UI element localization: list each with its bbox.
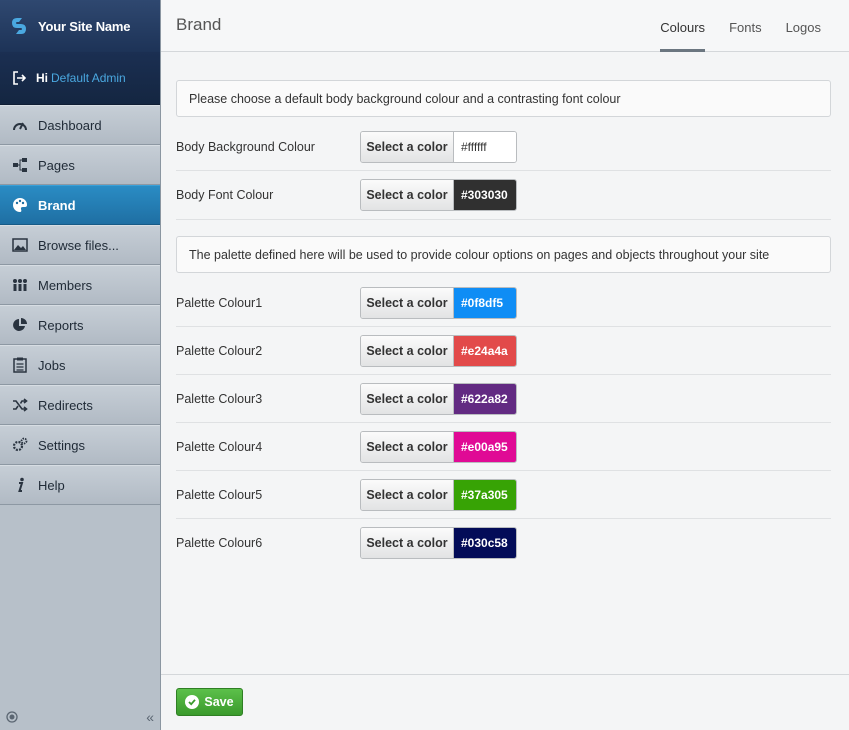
body-font-row: Body Font Colour Select a color #303030	[176, 171, 831, 219]
sidebar-item-help[interactable]: Help	[0, 465, 160, 505]
main-panel: Brand Colours Fonts Logos Please choose …	[161, 0, 849, 730]
body-colours-info: Please choose a default body background …	[176, 80, 831, 117]
select-color-button[interactable]: Select a color	[361, 287, 454, 318]
field-label: Palette Colour6	[176, 536, 263, 550]
palette-row: Palette Colour1 Select a color #0f8df5	[176, 279, 831, 327]
sidebar-item-jobs[interactable]: Jobs	[0, 345, 160, 385]
field-label: Palette Colour3	[176, 391, 263, 406]
pie-chart-icon	[12, 317, 28, 333]
sidebar-item-label: Reports	[38, 317, 84, 333]
palette-section: The palette defined here will be used to…	[176, 219, 831, 567]
palette-row: Palette Colour2 Select a color #e24a4a	[176, 327, 831, 375]
color-picker: Select a color #e00a95	[360, 430, 517, 463]
color-value[interactable]: #303030	[454, 180, 516, 210]
tab-colours[interactable]: Colours	[660, 0, 706, 52]
sitemap-icon	[12, 157, 28, 173]
palette-row: Palette Colour5 Select a color #37a305	[176, 471, 831, 519]
color-picker: Select a color #e24a4a	[360, 334, 517, 367]
logout-icon[interactable]	[12, 71, 26, 85]
page-title: Brand	[176, 15, 222, 34]
field-label: Palette Colour5	[176, 487, 263, 502]
sidebar-item-members[interactable]: Members	[0, 265, 160, 305]
collapse-sidebar-button[interactable]: «	[146, 709, 154, 725]
select-color-button[interactable]: Select a color	[361, 431, 454, 462]
user-name-link[interactable]: Default Admin	[51, 71, 126, 85]
sidebar-item-label: Pages	[38, 157, 75, 173]
sidebar-item-label: Brand	[38, 197, 76, 213]
palette-row: Palette Colour3 Select a color #622a82	[176, 375, 831, 423]
color-picker: Select a color #303030	[360, 179, 517, 211]
palette-icon	[12, 197, 28, 213]
color-value[interactable]: #e24a4a	[454, 335, 516, 366]
color-picker: Select a color #0f8df5	[360, 286, 517, 319]
select-color-button[interactable]: Select a color	[361, 528, 454, 558]
colours-form: Please choose a default body background …	[161, 52, 849, 567]
tab-logos[interactable]: Logos	[786, 0, 821, 52]
select-color-button[interactable]: Select a color	[361, 180, 454, 210]
gears-icon	[12, 437, 28, 453]
image-icon	[12, 237, 28, 253]
save-label: Save	[204, 695, 234, 709]
site-header[interactable]: Your Site Name	[0, 0, 160, 52]
field-label: Palette Colour2	[176, 343, 263, 358]
palette-row: Palette Colour6 Select a color #030c58	[176, 519, 831, 567]
form-footer: Save	[161, 674, 849, 730]
color-value[interactable]: #ffffff	[454, 131, 516, 162]
user-bar[interactable]: Hi Default Admin	[0, 52, 160, 105]
color-value[interactable]: #e00a95	[454, 431, 516, 462]
top-bar: Brand Colours Fonts Logos	[161, 0, 849, 52]
color-value[interactable]: #37a305	[454, 479, 516, 510]
color-value[interactable]: #030c58	[454, 528, 516, 558]
shuffle-icon	[12, 397, 28, 413]
info-icon	[12, 477, 28, 493]
select-color-button[interactable]: Select a color	[361, 131, 454, 162]
site-logo-icon	[12, 18, 26, 34]
sidebar-footer: «	[0, 704, 160, 730]
tab-fonts[interactable]: Fonts	[729, 0, 762, 52]
clipboard-icon	[12, 357, 28, 373]
select-color-button[interactable]: Select a color	[361, 335, 454, 366]
sidebar-item-label: Redirects	[38, 397, 93, 413]
status-dot-icon	[6, 711, 18, 723]
sidebar-item-label: Settings	[38, 437, 85, 453]
field-label: Palette Colour4	[176, 439, 263, 454]
check-circle-icon	[185, 695, 200, 709]
sidebar-item-label: Help	[38, 477, 65, 493]
sidebar-item-label: Jobs	[38, 357, 66, 373]
sidebar-item-redirects[interactable]: Redirects	[0, 385, 160, 425]
sidebar-item-label: Dashboard	[38, 117, 102, 133]
main-nav: Dashboard Pages Brand Browse files... Me…	[0, 105, 160, 505]
palette-row: Palette Colour4 Select a color #e00a95	[176, 423, 831, 471]
color-picker: Select a color #622a82	[360, 382, 517, 415]
sidebar: Your Site Name Hi Default Admin Dashboar…	[0, 0, 161, 730]
field-label: Palette Colour1	[176, 295, 263, 310]
color-value[interactable]: #0f8df5	[454, 287, 516, 318]
palette-info: The palette defined here will be used to…	[176, 236, 831, 273]
gauge-icon	[12, 117, 28, 133]
sidebar-item-brand[interactable]: Brand	[0, 185, 160, 225]
color-picker: Select a color #030c58	[360, 527, 517, 559]
field-label: Body Font Colour	[176, 188, 274, 202]
sidebar-item-settings[interactable]: Settings	[0, 425, 160, 465]
users-icon	[12, 277, 28, 293]
body-background-row: Body Background Colour Select a color #f…	[176, 123, 831, 171]
select-color-button[interactable]: Select a color	[361, 383, 454, 414]
color-value[interactable]: #622a82	[454, 383, 516, 414]
sidebar-item-reports[interactable]: Reports	[0, 305, 160, 345]
sidebar-item-pages[interactable]: Pages	[0, 145, 160, 185]
sidebar-item-label: Browse files...	[38, 237, 119, 253]
sidebar-item-dashboard[interactable]: Dashboard	[0, 105, 160, 145]
color-picker: Select a color #37a305	[360, 478, 517, 511]
tab-bar: Colours Fonts Logos	[636, 0, 821, 52]
field-label: Body Background Colour	[176, 139, 315, 154]
sidebar-item-browse-files[interactable]: Browse files...	[0, 225, 160, 265]
color-picker: Select a color #ffffff	[360, 130, 517, 163]
sidebar-item-label: Members	[38, 277, 93, 293]
save-button[interactable]: Save	[176, 688, 243, 716]
site-name: Your Site Name	[38, 18, 131, 34]
select-color-button[interactable]: Select a color	[361, 479, 454, 510]
user-greeting: Hi	[36, 71, 48, 85]
